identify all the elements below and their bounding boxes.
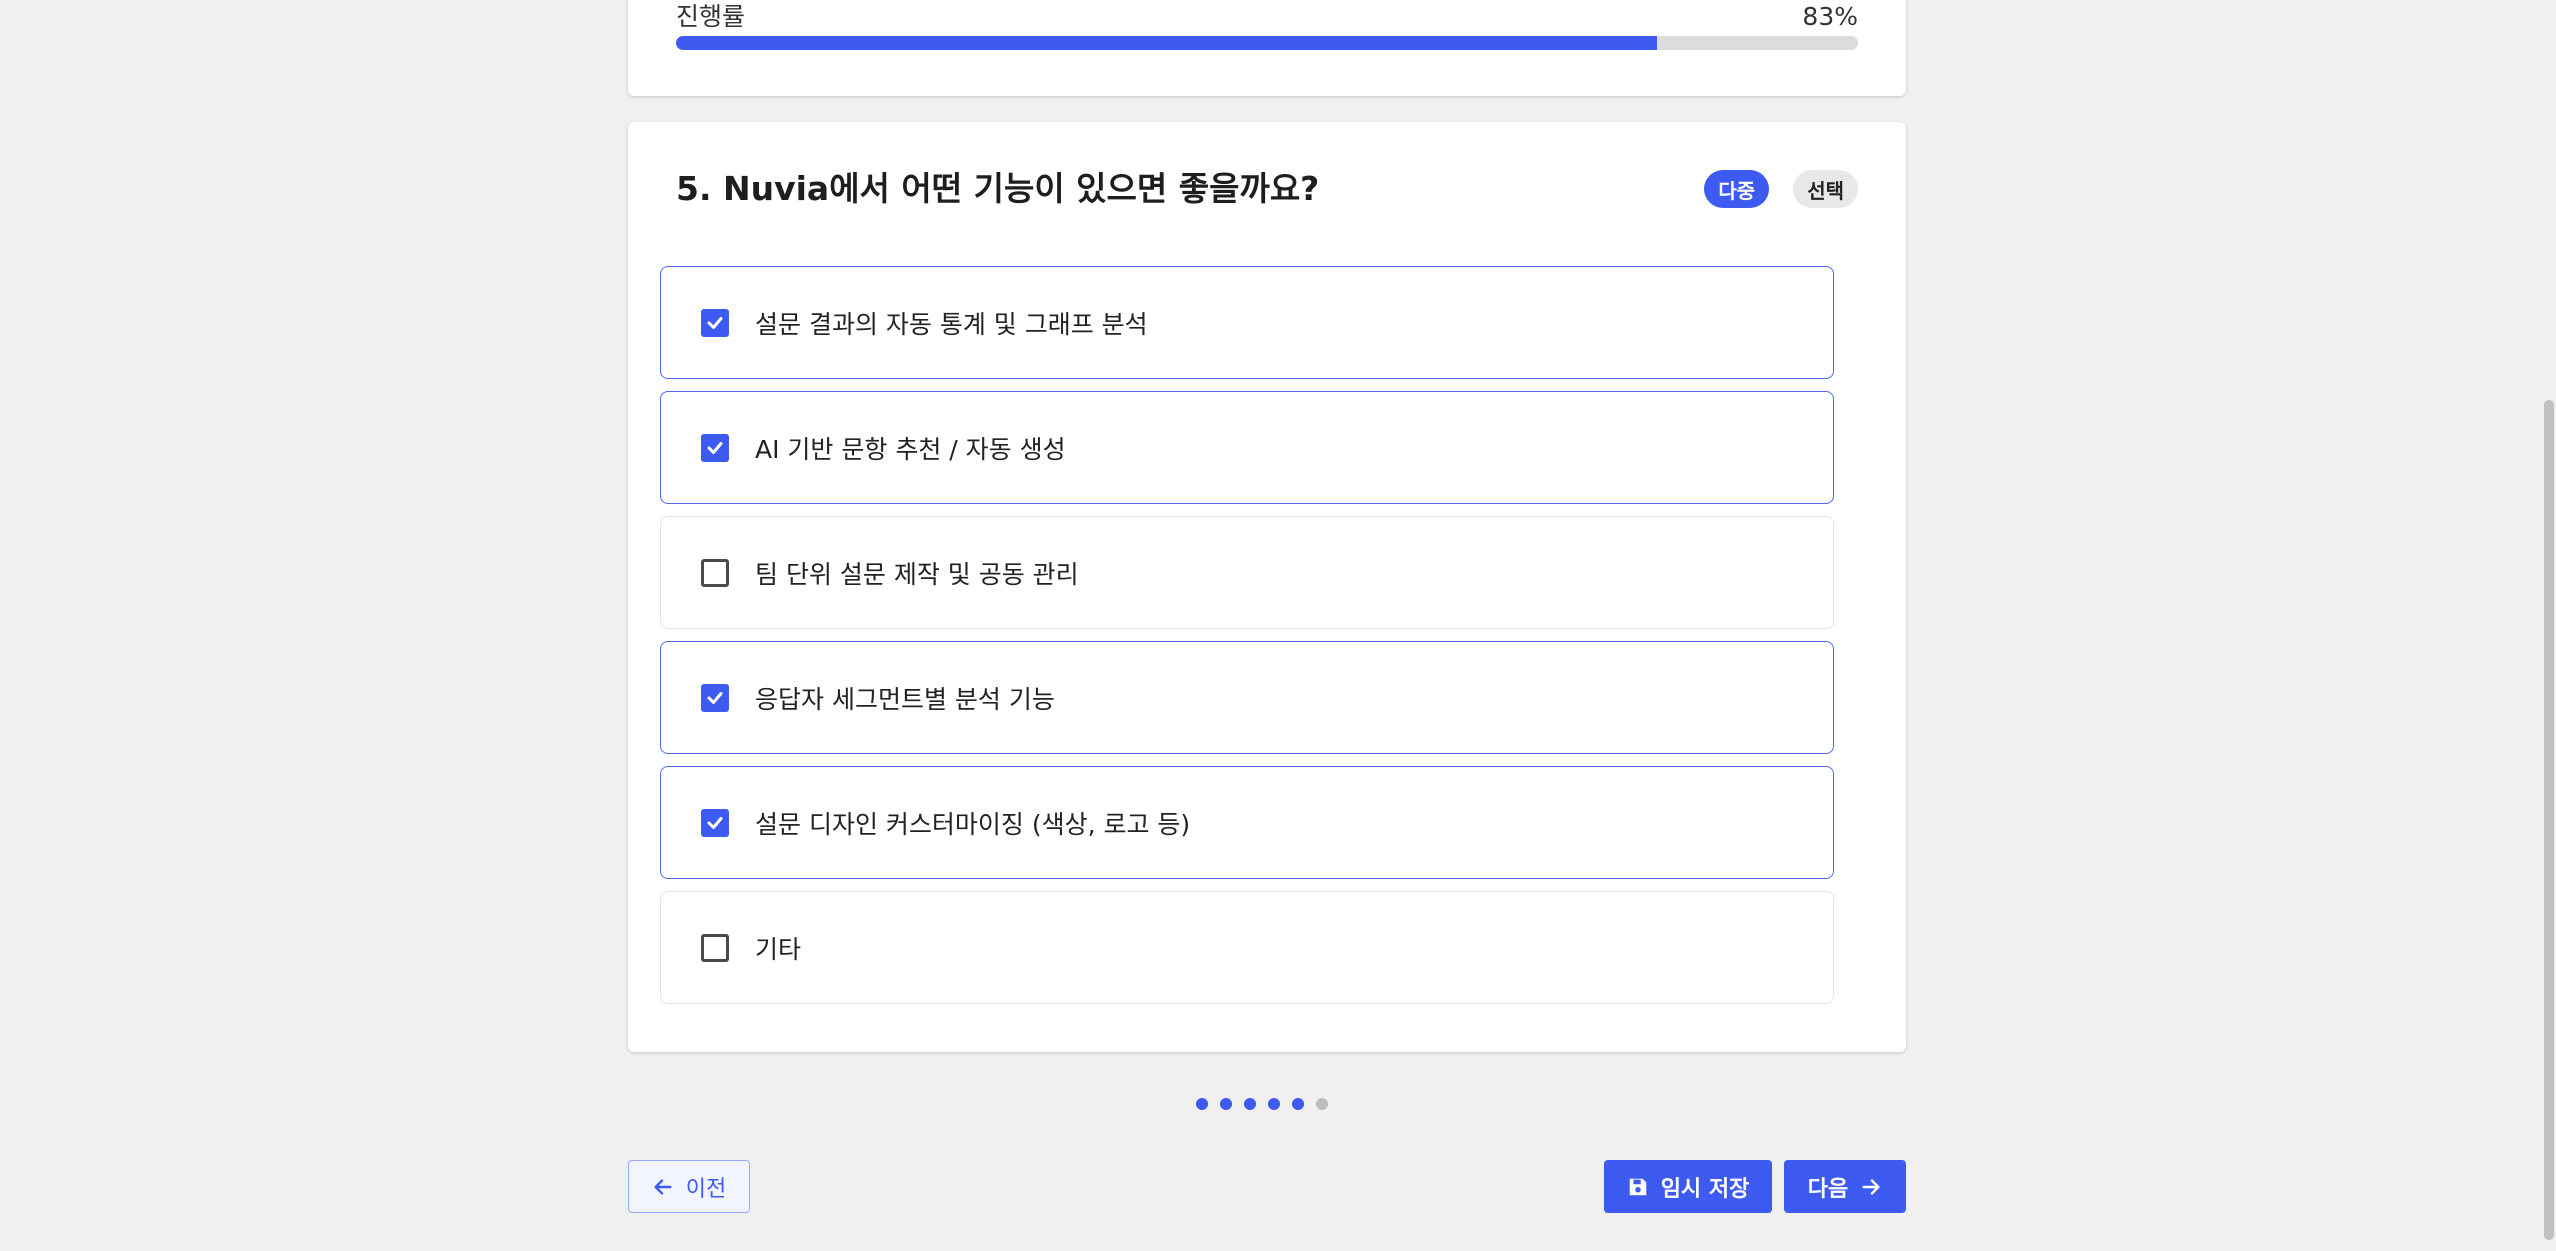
option-label: 응답자 세그먼트별 분석 기능 bbox=[755, 684, 1055, 714]
check-icon bbox=[707, 816, 723, 829]
option-item[interactable]: 기타 bbox=[660, 891, 1834, 1004]
next-button[interactable]: 다음 bbox=[1784, 1160, 1906, 1213]
checkbox[interactable] bbox=[701, 808, 729, 837]
save-draft-button[interactable]: 임시 저장 bbox=[1604, 1160, 1772, 1213]
option-item[interactable]: 설문 결과의 자동 통계 및 그래프 분석 bbox=[660, 266, 1834, 379]
checkbox[interactable] bbox=[701, 558, 729, 587]
option-item[interactable]: 팀 단위 설문 제작 및 공동 관리 bbox=[660, 516, 1834, 629]
page-indicator bbox=[1196, 1098, 1328, 1110]
page-dot bbox=[1268, 1098, 1280, 1110]
question-badges: 다중 선택 bbox=[1704, 170, 1858, 208]
prev-button[interactable]: 이전 bbox=[628, 1160, 750, 1213]
arrow-left-icon bbox=[654, 1178, 672, 1195]
checkbox[interactable] bbox=[701, 308, 729, 337]
option-item[interactable]: 응답자 세그먼트별 분석 기능 bbox=[660, 641, 1834, 754]
page-dot bbox=[1220, 1098, 1232, 1110]
question-title: 5. Nuvia에서 어떤 기능이 있으면 좋을까요? bbox=[676, 169, 1320, 208]
option-item[interactable]: AI 기반 문항 추천 / 자동 생성 bbox=[660, 391, 1834, 504]
option-label: 설문 결과의 자동 통계 및 그래프 분석 bbox=[755, 309, 1148, 339]
next-button-label: 다음 bbox=[1807, 1176, 1849, 1202]
prev-button-label: 이전 bbox=[685, 1176, 727, 1202]
save-draft-label: 임시 저장 bbox=[1660, 1176, 1750, 1202]
progress-label: 진행률 bbox=[676, 2, 746, 31]
option-label: AI 기반 문항 추천 / 자동 생성 bbox=[755, 434, 1066, 464]
progress-card: 진행률 83% bbox=[628, 0, 1906, 96]
progress-bar bbox=[676, 36, 1858, 50]
page-dot bbox=[1196, 1098, 1208, 1110]
option-label: 기타 bbox=[755, 934, 802, 964]
option-list: 설문 결과의 자동 통계 및 그래프 분석 AI 기반 문항 추천 / 자동 생… bbox=[660, 266, 1834, 1016]
checkbox[interactable] bbox=[701, 933, 729, 962]
question-card: 5. Nuvia에서 어떤 기능이 있으면 좋을까요? 다중 선택 설문 결과의… bbox=[628, 122, 1906, 1052]
page-dot bbox=[1292, 1098, 1304, 1110]
page-scrollbar[interactable] bbox=[2542, 0, 2556, 1251]
progress-value: 83% bbox=[1802, 2, 1858, 31]
check-icon bbox=[707, 441, 723, 454]
scrollbar-thumb[interactable] bbox=[2544, 400, 2554, 1240]
floppy-disk-icon bbox=[1629, 1178, 1646, 1195]
check-icon bbox=[707, 316, 723, 329]
option-label: 설문 디자인 커스터마이징 (색상, 로고 등) bbox=[755, 809, 1191, 839]
page-dot bbox=[1316, 1098, 1328, 1110]
option-label: 팀 단위 설문 제작 및 공동 관리 bbox=[755, 559, 1079, 589]
multi-badge: 다중 bbox=[1704, 170, 1770, 208]
arrow-right-icon bbox=[1862, 1178, 1880, 1195]
check-icon bbox=[707, 691, 723, 704]
option-item[interactable]: 설문 디자인 커스터마이징 (색상, 로고 등) bbox=[660, 766, 1834, 879]
progress-bar-fill bbox=[676, 36, 1658, 50]
checkbox[interactable] bbox=[701, 683, 729, 712]
survey-page: 진행률 83% 5. Nuvia에서 어떤 기능이 있으면 좋을까요? 다중 선… bbox=[0, 0, 2556, 1251]
page-dot bbox=[1244, 1098, 1256, 1110]
checkbox[interactable] bbox=[701, 433, 729, 462]
select-badge: 선택 bbox=[1793, 170, 1858, 208]
